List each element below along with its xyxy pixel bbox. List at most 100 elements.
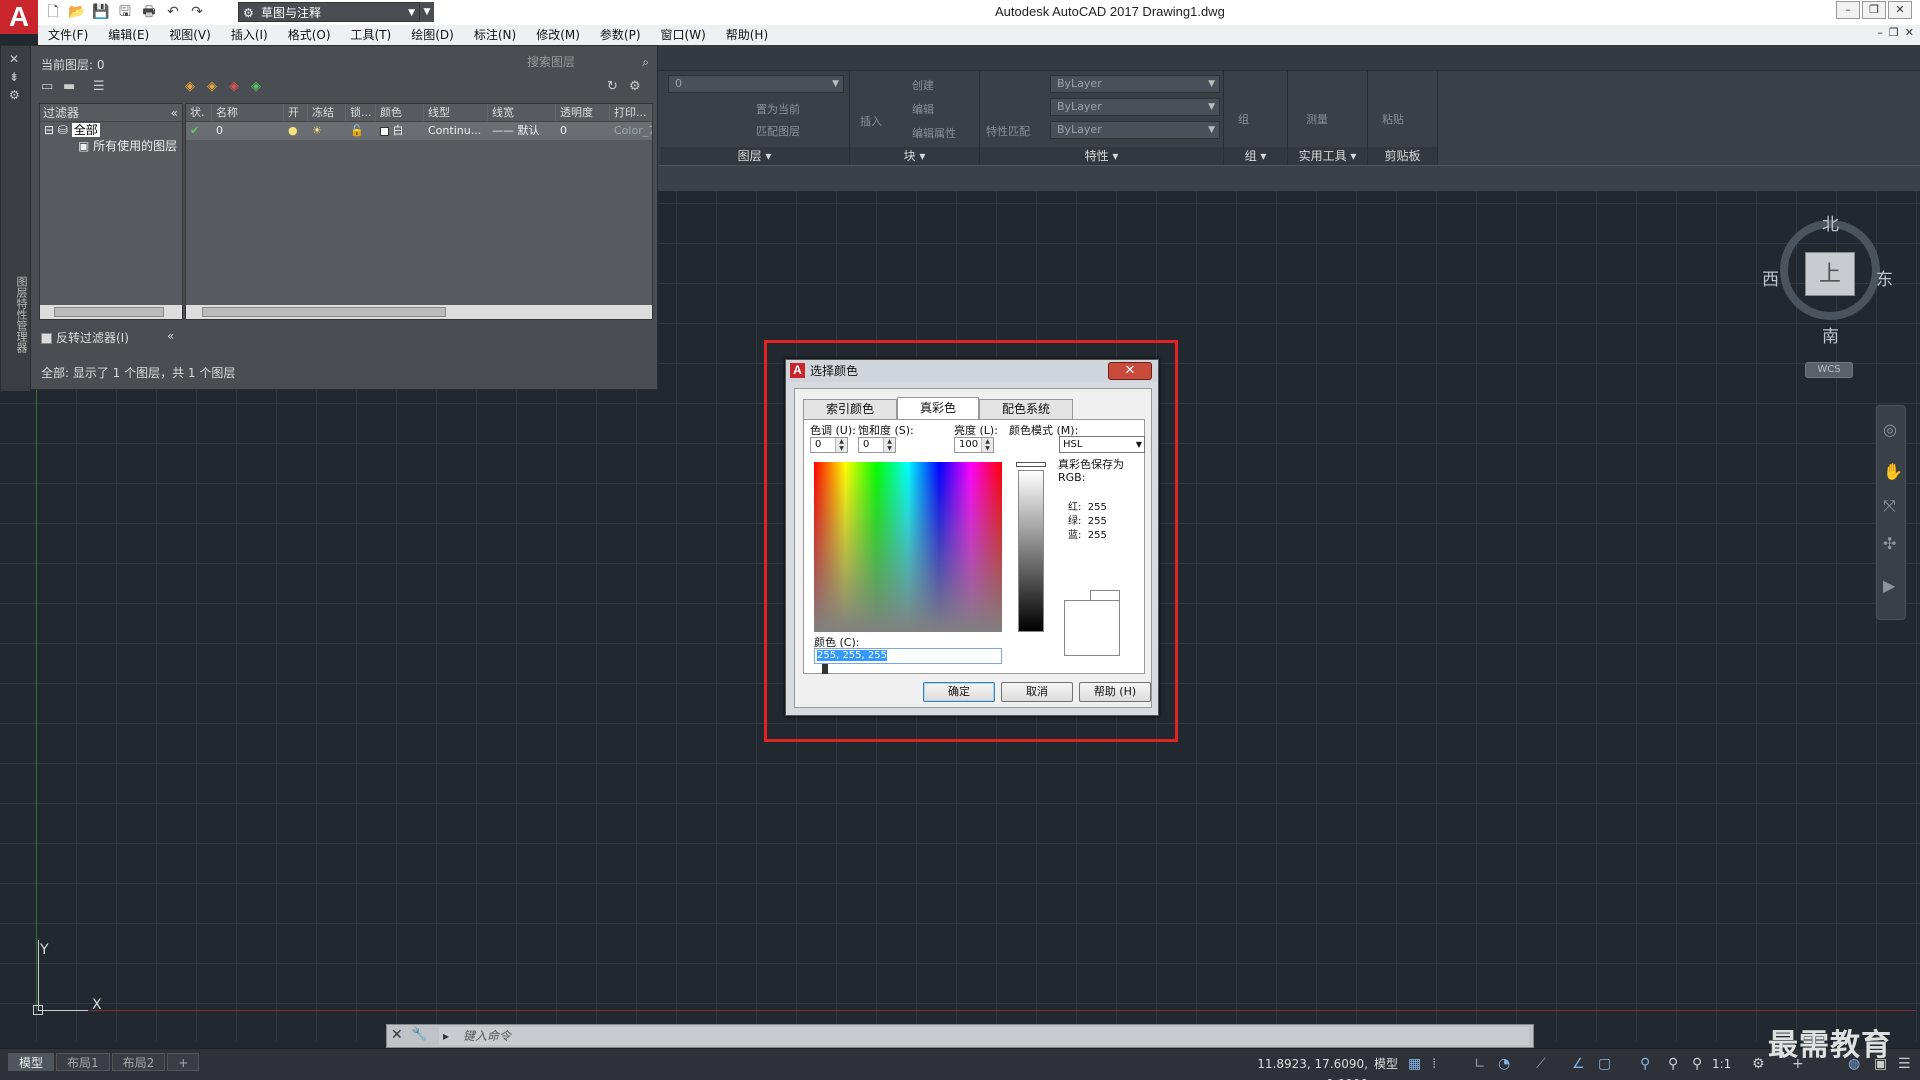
polar-icon[interactable]: ◔ bbox=[1498, 1054, 1510, 1074]
col-name[interactable]: 名称 bbox=[212, 104, 284, 121]
col-linetype[interactable]: 线型 bbox=[424, 104, 488, 121]
set-current-icon[interactable]: ◈ bbox=[251, 79, 261, 94]
luminance-slider-thumb[interactable] bbox=[1016, 462, 1046, 467]
grid-icon[interactable]: ▦ bbox=[1408, 1054, 1421, 1074]
col-status[interactable]: 状. bbox=[186, 104, 212, 121]
properties-panel-title[interactable]: 特性 ▾ bbox=[980, 147, 1223, 165]
col-freeze[interactable]: 冻结 bbox=[308, 104, 346, 121]
paste-tool[interactable]: 粘贴 bbox=[1382, 111, 1404, 127]
layer-linetype[interactable]: Continu... bbox=[424, 122, 488, 140]
block-panel-title[interactable]: 块 ▾ bbox=[850, 147, 979, 165]
cancel-button[interactable]: 取消 bbox=[1001, 682, 1073, 702]
spinner-arrows-icon[interactable]: ▲ ▼ bbox=[883, 438, 895, 452]
compass-west[interactable]: 西 bbox=[1762, 265, 1779, 290]
customize-qat-button[interactable]: ▼ bbox=[420, 2, 434, 22]
clipboard-panel-title[interactable]: 剪贴板 bbox=[1368, 147, 1437, 165]
collapse-icon[interactable]: « bbox=[167, 329, 174, 343]
command-prompt-icon[interactable]: ▸ bbox=[443, 1027, 449, 1045]
menu-edit[interactable]: 编辑(E) bbox=[98, 25, 159, 45]
object-snap-icon[interactable]: ▢ bbox=[1598, 1054, 1611, 1074]
tab-index-color[interactable]: 索引颜色 bbox=[803, 399, 898, 419]
layer-name[interactable]: 0 bbox=[212, 122, 284, 140]
autohide-icon[interactable]: ⇟ bbox=[9, 70, 19, 84]
layer-states-icon[interactable]: ☰ bbox=[93, 79, 105, 94]
doc-restore-button[interactable]: ❐ bbox=[1889, 26, 1899, 39]
menu-modify[interactable]: 修改(M) bbox=[526, 25, 590, 45]
create-block-tool[interactable]: 创建 bbox=[912, 77, 934, 93]
layer-panel-title[interactable]: 图层 ▾ bbox=[660, 147, 849, 165]
layer-transparency[interactable]: 0 bbox=[556, 122, 610, 140]
menu-view[interactable]: 视图(V) bbox=[159, 25, 221, 45]
close-icon[interactable]: ✕ bbox=[9, 52, 19, 66]
new-property-filter-icon[interactable]: ▭ bbox=[41, 79, 53, 94]
tree-item-all[interactable]: ⊟ ⛁ 全部 bbox=[40, 122, 182, 138]
tab-true-color[interactable]: 真彩色 bbox=[897, 397, 980, 419]
invert-filter-checkbox[interactable]: 反转过滤器(I) bbox=[41, 329, 129, 346]
new-layer-icon[interactable]: ◈ bbox=[185, 79, 195, 94]
isodraft-icon[interactable]: ⟋ bbox=[1536, 1054, 1546, 1074]
zoom-icon[interactable]: ⤧ bbox=[1883, 496, 1896, 516]
hue-saturation-spectrum[interactable] bbox=[814, 462, 1002, 674]
tab-color-books[interactable]: 配色系统 bbox=[979, 399, 1074, 419]
menu-dimension[interactable]: 标注(N) bbox=[464, 25, 526, 45]
viewcube-top-face[interactable]: 上 bbox=[1805, 252, 1855, 296]
layer-search-input[interactable]: 搜索图层 ⌕ bbox=[521, 53, 653, 71]
color-mode-select[interactable]: HSL ▼ bbox=[1059, 436, 1145, 453]
properties-icon[interactable]: ⚙ bbox=[9, 88, 20, 102]
annotation-scale[interactable]: 1:1 bbox=[1712, 1054, 1731, 1074]
saturation-stepper[interactable]: 0 ▲ ▼ bbox=[858, 437, 896, 453]
annotation-scale-icon[interactable]: ⚲ bbox=[1692, 1054, 1702, 1074]
match-layer-tool[interactable]: 匹配图层 bbox=[756, 123, 800, 139]
doc-close-button[interactable]: ✕ bbox=[1905, 26, 1914, 39]
annotation-autoscale-icon[interactable]: ⚲ bbox=[1668, 1054, 1678, 1074]
tab-layout1[interactable]: 布局1 bbox=[56, 1053, 110, 1071]
scroll-thumb[interactable] bbox=[54, 307, 164, 317]
command-input[interactable]: ▸ 键入命令 bbox=[439, 1027, 1529, 1045]
print-icon[interactable]: 🖶 bbox=[140, 3, 158, 21]
col-on[interactable]: 开 bbox=[284, 104, 308, 121]
col-transparency[interactable]: 透明度 bbox=[556, 104, 610, 121]
utilities-panel-title[interactable]: 实用工具 ▾ bbox=[1288, 147, 1367, 165]
gear-icon[interactable]: ⚙ bbox=[629, 79, 641, 94]
layer-lineweight[interactable]: —— 默认 bbox=[488, 122, 556, 140]
add-layout-button[interactable]: + bbox=[167, 1053, 200, 1071]
hue-stepper[interactable]: 0 ▲ ▼ bbox=[810, 437, 848, 453]
app-logo-button[interactable]: A bbox=[0, 0, 38, 34]
customization-menu-icon[interactable]: ☰ bbox=[1898, 1054, 1911, 1074]
group-panel-title[interactable]: 组 ▾ bbox=[1224, 147, 1287, 165]
new-group-filter-icon[interactable]: ▬ bbox=[63, 79, 75, 94]
tree-expand-icon[interactable]: ⊟ bbox=[44, 123, 54, 137]
compass-south[interactable]: 南 bbox=[1822, 322, 1839, 347]
refresh-icon[interactable]: ↻ bbox=[607, 79, 618, 94]
luminance-stepper[interactable]: 100 ▲ ▼ bbox=[954, 437, 994, 453]
save-as-icon[interactable]: 🖫 bbox=[116, 3, 134, 21]
undo-icon[interactable]: ↶ bbox=[164, 3, 182, 21]
minimize-button[interactable]: – bbox=[1836, 1, 1860, 19]
menu-format[interactable]: 格式(O) bbox=[278, 25, 341, 45]
delete-layer-icon[interactable]: ◈ bbox=[229, 79, 239, 94]
lightbulb-icon[interactable]: ● bbox=[284, 122, 308, 140]
table-scrollbar[interactable] bbox=[186, 305, 652, 319]
edit-attributes-tool[interactable]: 编辑属性 bbox=[912, 125, 956, 141]
color-bylayer-dropdown[interactable]: ByLayer ▼ bbox=[1050, 75, 1220, 93]
match-properties-tool[interactable]: 特性匹配 bbox=[986, 123, 1030, 139]
compass-north[interactable]: 北 bbox=[1822, 210, 1839, 235]
insert-block-tool[interactable]: 插入 bbox=[860, 113, 882, 129]
save-icon[interactable]: 💾 bbox=[92, 3, 110, 21]
maximize-button[interactable]: ❐ bbox=[1862, 1, 1886, 19]
tab-layout2[interactable]: 布局2 bbox=[111, 1053, 166, 1071]
linetype-bylayer-dropdown[interactable]: ByLayer ▼ bbox=[1050, 98, 1220, 116]
layer-color[interactable]: 白 bbox=[376, 122, 424, 140]
wcs-menu-button[interactable]: WCS bbox=[1805, 362, 1853, 378]
steering-wheel-icon[interactable]: ◎ bbox=[1883, 420, 1897, 439]
menu-insert[interactable]: 插入(I) bbox=[221, 25, 278, 45]
snap-icon[interactable]: ⁞ bbox=[1432, 1054, 1436, 1074]
layer-dropdown[interactable]: 0 ▼ bbox=[668, 75, 844, 93]
menu-file[interactable]: 文件(F) bbox=[38, 25, 98, 45]
redo-icon[interactable]: ↷ bbox=[188, 3, 206, 21]
orbit-icon[interactable]: ✣ bbox=[1883, 534, 1896, 553]
close-icon[interactable]: ✕ bbox=[391, 1027, 403, 1043]
filter-scrollbar[interactable] bbox=[40, 305, 182, 319]
scroll-thumb[interactable] bbox=[202, 307, 446, 317]
menu-parametric[interactable]: 参数(P) bbox=[590, 25, 651, 45]
